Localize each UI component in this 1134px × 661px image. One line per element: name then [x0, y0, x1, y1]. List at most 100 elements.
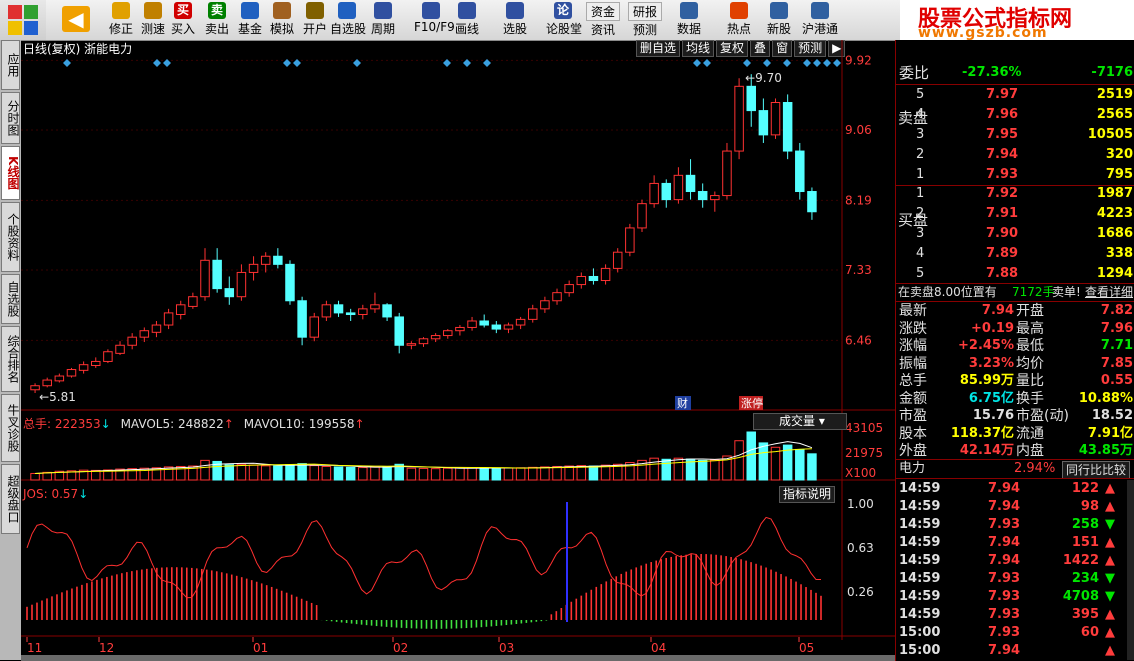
volume-bar	[515, 467, 526, 481]
volume-bar	[467, 467, 477, 481]
left-tab-7[interactable]: 超级盘口	[1, 464, 20, 534]
toolbar-button-2[interactable]: 测速	[136, 0, 170, 40]
candle-body	[139, 330, 150, 338]
left-tab-3[interactable]: 个股资料	[1, 202, 20, 272]
sell-icon: 卖	[208, 2, 226, 19]
stat-label: 量比	[1016, 373, 1044, 389]
stat-value: 0.55	[1100, 373, 1133, 388]
toolbar-label: 开户	[302, 22, 327, 36]
toolbar-button-16[interactable]: 数据	[672, 0, 706, 40]
event-diamond-marker	[813, 59, 821, 67]
tick-scrollbar[interactable]	[1127, 480, 1134, 660]
price-tick-label: 9.06	[845, 123, 872, 137]
arrow-up-icon: ▲	[1105, 481, 1115, 496]
price-tick-label: 6.46	[845, 333, 872, 347]
sell-level: 1	[916, 167, 925, 182]
tick-time: 14:59	[899, 499, 941, 514]
quote-row: 3 7.90 1686	[896, 225, 1134, 243]
tick-volume: 258	[1071, 517, 1099, 532]
tick-time: 14:59	[899, 553, 941, 568]
toolbar-button-11[interactable]: 画线	[450, 0, 484, 40]
left-tab-2[interactable]: K线图	[1, 146, 20, 200]
toolbar-button-10[interactable]: F10/F9	[414, 0, 455, 40]
sell-volume: 2565	[1096, 107, 1133, 122]
quote-row: 涨幅 +2.45% 最低 7.71	[896, 337, 1134, 355]
tick-time: 14:59	[899, 607, 941, 622]
view-detail-link[interactable]: 查看详细	[1085, 283, 1133, 301]
sector-pct: 2.94%	[1014, 461, 1056, 476]
big-order-size: 7172手	[1012, 285, 1055, 299]
weibi-value: -7176	[1091, 65, 1133, 80]
left-tab-1[interactable]: 分时图	[1, 92, 20, 144]
left-tab-6[interactable]: 牛叉诊股	[1, 394, 20, 462]
sell-price: 7.95	[986, 127, 1019, 142]
stat-value: 7.82	[1100, 303, 1133, 318]
quote-row: 1 7.92 1987	[896, 185, 1134, 203]
stat-label: 最高	[1016, 320, 1044, 337]
volume-bar	[807, 453, 817, 481]
stat-value: 18.52	[1091, 408, 1133, 423]
buy-volume: 1686	[1096, 226, 1133, 241]
toolbar-button-12[interactable]: 选股	[498, 0, 532, 40]
toolbar-button-19[interactable]: 沪港通	[800, 0, 840, 40]
left-tab-0[interactable]: 应用	[1, 40, 20, 90]
quote-row: 14:59 7.93 234 ▼	[896, 570, 1134, 588]
event-diamond-marker	[153, 59, 161, 67]
toolbar-button-18[interactable]: 新股	[762, 0, 796, 40]
kline-chart-area[interactable]: 日线(复权) 浙能电力 删自选 均线 复权叠窗预测 ▶ 9.92 9.06 8.19 7.3…	[21, 40, 895, 660]
indicator-help-button[interactable]: 指标说明	[779, 486, 836, 503]
volume-bar	[418, 467, 429, 481]
toolbar-button-4[interactable]: 卖卖出	[200, 0, 234, 40]
volume-bar	[236, 463, 247, 481]
bottom-scrollbar[interactable]	[21, 655, 895, 661]
quote-row: 14:59 7.93 395 ▲	[896, 606, 1134, 624]
toolbar-button-5[interactable]: 基金	[233, 0, 267, 40]
buy-price: 7.88	[986, 266, 1019, 281]
toolbar-label: 预测	[632, 23, 657, 37]
quote-row: 14:59 7.93 4708 ▼	[896, 588, 1134, 606]
volume-bar	[333, 466, 344, 481]
industry-compare-button[interactable]: 同行比比较	[1062, 461, 1131, 479]
volume-select[interactable]: 成交量 ▾	[753, 413, 847, 430]
left-tab-5[interactable]: 综合排名	[1, 326, 20, 392]
toolbar-button-3[interactable]: 买买入	[166, 0, 200, 40]
candle-body	[515, 318, 526, 326]
toolbar-button-7[interactable]: 开户	[298, 0, 332, 40]
event-diamond-marker	[293, 59, 301, 67]
toolbar-button-8[interactable]: 自选股	[330, 0, 366, 40]
arrow-up-icon: ▲	[1105, 553, 1115, 568]
candle-body	[430, 335, 441, 340]
stat-label: 换手	[1016, 390, 1044, 407]
pe-icon	[680, 2, 698, 19]
volume-bar	[443, 467, 453, 481]
left-tab-4[interactable]: 自选股	[1, 274, 20, 324]
volume-bar	[345, 466, 356, 481]
candle-body	[91, 360, 101, 366]
toolbar-button-13[interactable]: 论论股堂	[546, 0, 582, 40]
quote-row: 市盈 15.76 市盈(动) 18.52	[896, 407, 1134, 425]
quote-row: 涨跌 +0.19 最高 7.96	[896, 320, 1134, 338]
candle-body	[297, 300, 307, 338]
toolbar-button-17[interactable]: 热点	[722, 0, 756, 40]
volume-labels: 总手: 222353↓ MAVOL5: 248822↑ MAVOL10: 199…	[23, 417, 365, 431]
buy-level: 2	[916, 206, 925, 221]
quote-row: 3 7.95 10505	[896, 126, 1134, 144]
arrow-down-icon: ▼	[1105, 571, 1115, 586]
candle-body	[285, 263, 295, 302]
event-diamond-marker	[483, 59, 491, 67]
back-button[interactable]: ◀	[56, 0, 96, 40]
event-diamond-marker	[703, 59, 711, 67]
toolbar-button-1[interactable]: 修正	[104, 0, 138, 40]
toolbar-button-15[interactable]: 研报 预测	[628, 0, 662, 40]
candle-body	[564, 284, 574, 294]
sell-price: 7.97	[986, 87, 1019, 102]
limit-up-marker-label: 涨停	[741, 396, 763, 410]
toolbar-button-14[interactable]: 资金 资讯	[586, 0, 620, 40]
toolbar-button-6[interactable]: 模拟	[265, 0, 299, 40]
candle-body	[491, 324, 502, 330]
candle-body	[358, 308, 368, 316]
toolbar-button-9[interactable]: 周期	[366, 0, 400, 40]
volume-bar	[491, 467, 502, 481]
quote-row: 15:00 7.93 60 ▲	[896, 624, 1134, 642]
quote-row: 5 7.88 1294	[896, 265, 1134, 283]
